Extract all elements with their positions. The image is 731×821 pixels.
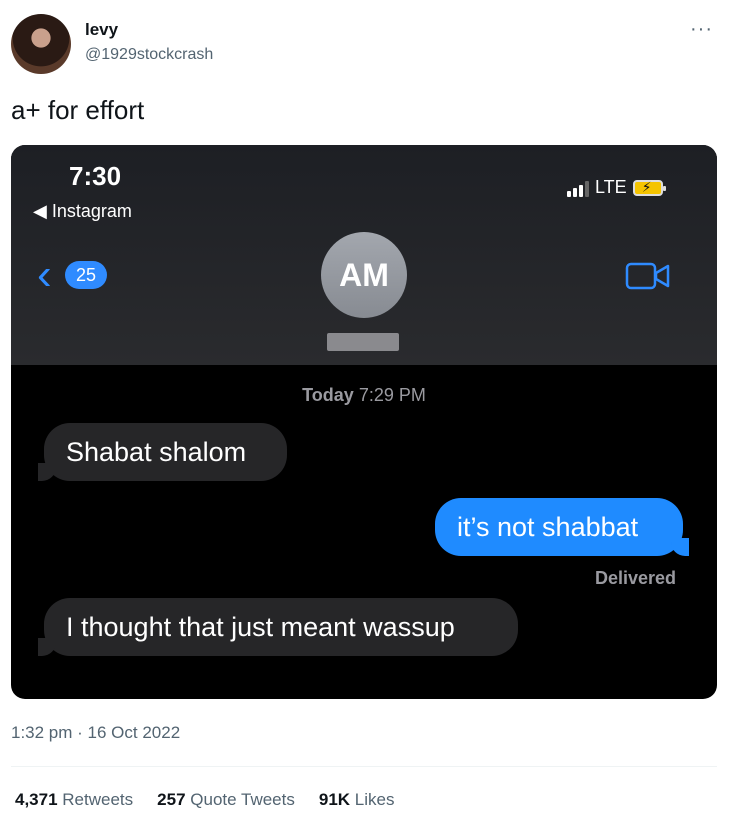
back-to-app-label: ◀ Instagram [33,201,132,221]
avatar[interactable] [11,14,71,74]
battery-icon: ⚡ [632,179,666,196]
quote-tweets-count: 257 [157,790,186,809]
more-options-icon[interactable]: ··· [690,18,713,41]
delivered-status: Delivered [595,568,677,588]
quote-tweets-label: Quote Tweets [190,790,295,809]
signal-icon [567,179,589,197]
network-label: LTE [595,177,627,197]
message-bubble-outgoing: it’s not shabbat [435,498,689,556]
divider [11,766,717,767]
author-display-name[interactable]: levy [85,20,118,40]
engagement-stats: 4,371 Retweets 257 Quote Tweets 91K Like… [15,790,394,810]
attached-image[interactable]: 7:30 ◀ Instagram LTE ⚡ ‹ 25 AM Today 7:2… [11,145,717,699]
likes-stat[interactable]: 91K Likes [319,790,395,810]
retweets-count: 4,371 [15,790,58,809]
timestamp-time: 7:29 PM [358,385,426,405]
video-camera-icon [625,262,670,290]
likes-label: Likes [354,790,395,809]
tweet-timestamp[interactable]: 1:32 pm · 16 Oct 2022 [11,723,180,743]
likes-count: 91K [318,790,351,809]
redacted-contact-name [327,333,399,351]
retweets-stat[interactable]: 4,371 Retweets [15,790,133,810]
tweet-text: a+ for effort [11,95,145,125]
message-bubble-incoming: Shabat shalom [38,423,287,481]
retweets-label: Retweets [62,790,134,809]
status-clock: 7:30 [69,161,122,191]
author-handle[interactable]: @1929stockcrash [85,46,213,64]
quote-tweets-stat[interactable]: 257 Quote Tweets [157,790,295,810]
chevron-left-icon: ‹ [37,250,52,299]
conversation-timestamp: Today 7:29 PM [11,385,717,406]
status-indicators: LTE ⚡ [567,177,666,198]
message-bubble-incoming: I thought that just meant wassup [38,598,518,656]
contact-avatar: AM [321,232,407,318]
timestamp-day: Today [302,385,354,405]
imessage-header: 7:30 ◀ Instagram LTE ⚡ ‹ 25 AM [11,145,717,365]
unread-count-badge: 25 [65,261,107,289]
